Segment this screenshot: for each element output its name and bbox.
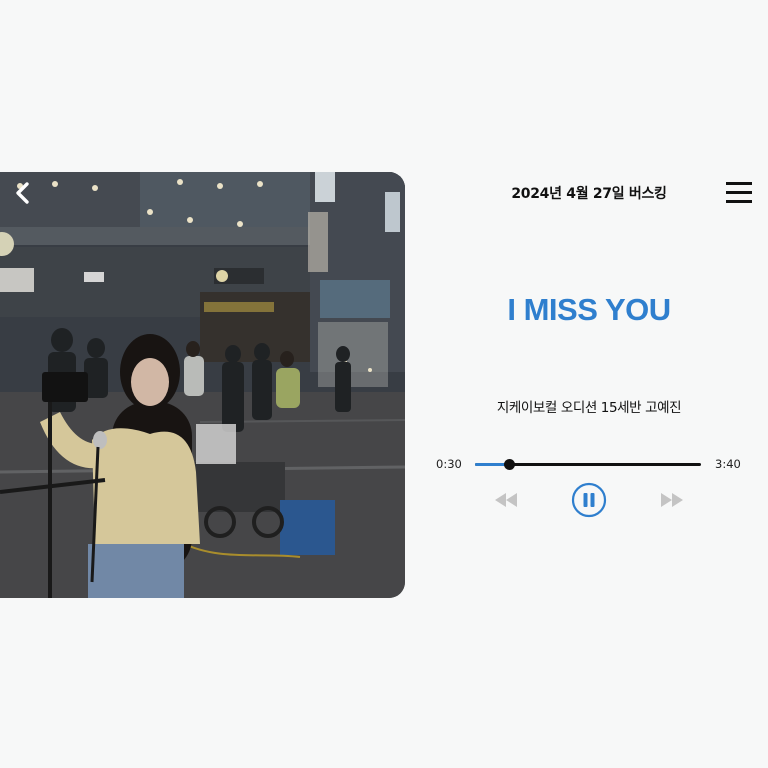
menu-button[interactable] [726, 182, 752, 204]
back-button[interactable] [10, 180, 36, 206]
pause-button[interactable] [571, 482, 607, 518]
chevron-left-icon [16, 182, 29, 204]
song-title: I MISS YOU [507, 292, 671, 327]
rewind-button[interactable] [494, 492, 518, 508]
elapsed-time: 0:30 [436, 457, 462, 471]
fast-forward-icon [661, 493, 683, 507]
rewind-icon [495, 493, 517, 507]
performance-photo [0, 172, 405, 598]
total-time: 3:40 [715, 457, 741, 471]
progress-bar[interactable] [475, 458, 701, 470]
page-title: 2024년 4월 27일 버스킹 [511, 186, 667, 202]
busking-scene-illustration [0, 172, 405, 598]
pause-icon [571, 482, 607, 518]
fast-forward-button[interactable] [660, 492, 684, 508]
progress-thumb[interactable] [503, 458, 515, 470]
artist-name: 지케이보컬 오디션 15세반 고예진 [496, 400, 682, 416]
